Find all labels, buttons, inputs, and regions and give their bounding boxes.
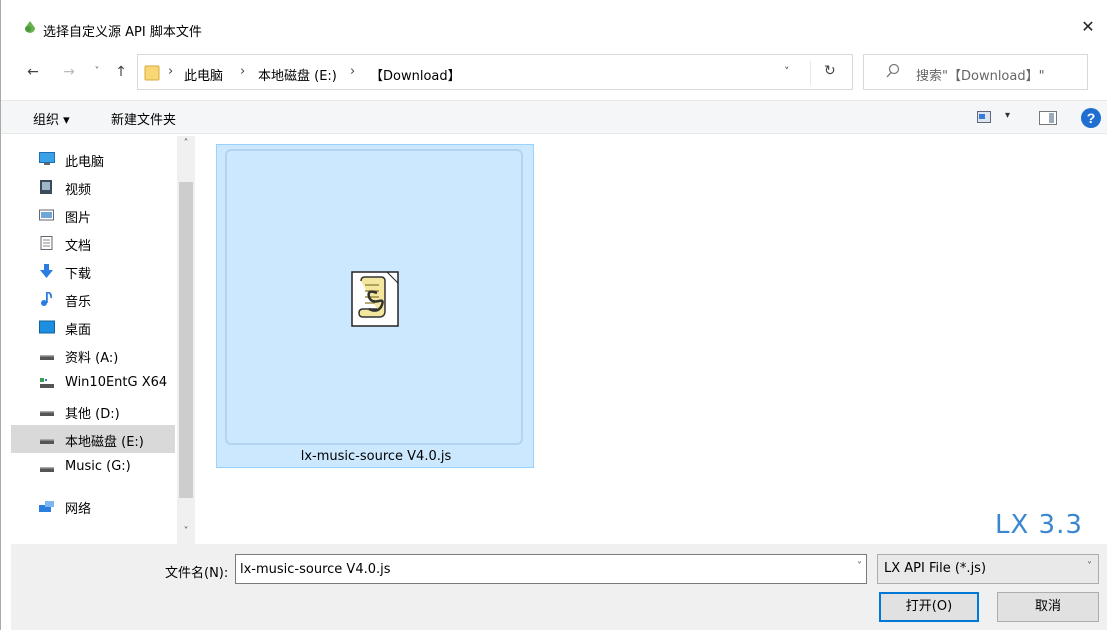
scroll-thumb[interactable] bbox=[179, 182, 193, 498]
up-button[interactable]: ↑ bbox=[111, 62, 131, 82]
app-icon bbox=[25, 21, 35, 33]
view-options-icon[interactable] bbox=[977, 111, 991, 123]
chevron-down-icon: ˅ bbox=[94, 66, 100, 77]
nav-item-label: 其他 (D:) bbox=[65, 407, 120, 422]
nav-item-pictures[interactable]: 图片 bbox=[11, 201, 175, 229]
open-button[interactable]: 打开(O) bbox=[879, 592, 979, 622]
nav-item-label: 文档 bbox=[65, 239, 92, 254]
documents-icon bbox=[40, 236, 53, 250]
nav-item-label: Win10EntG X64 bbox=[65, 375, 168, 390]
address-bar[interactable]: › 此电脑 › 本地磁盘 (E:) › 【Download】 ˅ ↻ bbox=[137, 54, 853, 90]
nav-item-label: 本地磁盘 (E:) bbox=[65, 435, 144, 450]
nav-item-label: 网络 bbox=[65, 502, 92, 517]
network-drive-icon bbox=[40, 378, 54, 388]
nav-item-documents[interactable]: 文档 bbox=[11, 229, 175, 257]
nav-item-video[interactable]: 视频 bbox=[11, 173, 175, 201]
breadcrumb-separator[interactable]: › bbox=[240, 64, 245, 79]
nav-scrollbar[interactable]: ˄ ˅ bbox=[177, 136, 195, 544]
nav-item-label: 视频 bbox=[65, 183, 92, 198]
drive-icon bbox=[40, 467, 54, 472]
chevron-down-icon[interactable]: ˅ bbox=[1087, 561, 1092, 572]
filename-input[interactable] bbox=[240, 559, 830, 579]
filename-label: 文件名(N): bbox=[165, 566, 229, 581]
view-dropdown-icon[interactable]: ▾ bbox=[1005, 110, 1010, 121]
breadcrumb-separator[interactable]: › bbox=[168, 64, 173, 79]
nav-item-label: 此电脑 bbox=[65, 155, 105, 170]
nav-item-drive-g[interactable]: Music (G:) bbox=[11, 453, 175, 481]
close-icon: ✕ bbox=[1081, 16, 1095, 36]
nav-item-label: 图片 bbox=[65, 211, 92, 226]
scroll-up-icon[interactable]: ˄ bbox=[177, 138, 195, 154]
back-button[interactable]: ← bbox=[23, 62, 43, 82]
new-folder-button[interactable]: 新建文件夹 bbox=[111, 109, 176, 128]
address-row: ← → ˅ ↑ › 此电脑 › 本地磁盘 (E:) › 【Download】 ˅… bbox=[1, 52, 1107, 92]
drive-icon bbox=[40, 411, 54, 416]
search-placeholder: 搜索"【Download】" bbox=[916, 69, 1045, 84]
file-open-dialog: 选择自定义源 API 脚本文件 ✕ ← → ˅ ↑ › 此电脑 › 本地磁盘 (… bbox=[0, 0, 1107, 630]
computer-icon bbox=[39, 152, 55, 165]
search-icon bbox=[886, 63, 900, 78]
download-icon bbox=[40, 264, 53, 278]
drive-icon bbox=[40, 439, 54, 444]
dialog-footer: 文件名(N): ˅ LX API File (*.js) ˅ 打开(O) 取消 bbox=[11, 544, 1107, 630]
nav-item-label: 下载 bbox=[65, 267, 92, 282]
nav-item-drive-a[interactable]: 资料 (A:) bbox=[11, 341, 175, 369]
file-item[interactable]: lx-music-source V4.0.js bbox=[216, 144, 534, 468]
nav-item-desktop[interactable]: 桌面 bbox=[11, 313, 175, 341]
nav-item-downloads[interactable]: 下载 bbox=[11, 257, 175, 285]
nav-item-label: 音乐 bbox=[65, 295, 92, 310]
recent-locations-button[interactable]: ˅ bbox=[87, 62, 107, 82]
nav-item-network-drive[interactable]: Win10EntG X64 bbox=[11, 369, 175, 397]
file-name-label: lx-music-source V4.0.js bbox=[300, 449, 452, 464]
help-icon[interactable]: ? bbox=[1081, 108, 1101, 128]
close-button[interactable]: ✕ bbox=[1068, 12, 1107, 40]
music-icon bbox=[41, 292, 53, 306]
nav-item-label: 桌面 bbox=[65, 323, 92, 338]
file-type-value: LX API File (*.js) bbox=[884, 561, 987, 576]
nav-item-label: Music (G:) bbox=[65, 459, 131, 474]
script-file-icon bbox=[351, 271, 399, 327]
network-icon bbox=[39, 501, 54, 512]
video-icon bbox=[40, 180, 52, 194]
pictures-icon bbox=[39, 209, 54, 221]
folder-icon bbox=[144, 65, 160, 81]
back-arrow-icon: ← bbox=[27, 64, 39, 80]
command-toolbar: 组织 ▾ 新建文件夹 ▾ ? bbox=[1, 100, 1107, 134]
refresh-icon[interactable]: ↻ bbox=[824, 63, 836, 79]
version-watermark: LX 3.3 bbox=[995, 510, 1083, 540]
address-divider bbox=[810, 61, 811, 85]
organize-button[interactable]: 组织 ▾ bbox=[33, 109, 70, 128]
preview-pane-icon[interactable] bbox=[1039, 111, 1057, 125]
nav-item-drive-d[interactable]: 其他 (D:) bbox=[11, 397, 175, 425]
scroll-down-icon[interactable]: ˅ bbox=[177, 526, 195, 542]
nav-item-music[interactable]: 音乐 bbox=[11, 285, 175, 313]
forward-button[interactable]: → bbox=[59, 62, 79, 82]
breadcrumb-this-pc[interactable]: 此电脑 bbox=[184, 65, 223, 84]
title-bar: 选择自定义源 API 脚本文件 ✕ bbox=[1, 0, 1107, 40]
breadcrumb-download[interactable]: 【Download】 bbox=[370, 65, 461, 84]
breadcrumb-separator[interactable]: › bbox=[350, 64, 355, 79]
breadcrumb-drive-e[interactable]: 本地磁盘 (E:) bbox=[258, 65, 337, 84]
forward-arrow-icon: → bbox=[63, 64, 75, 80]
nav-item-label: 资料 (A:) bbox=[65, 351, 119, 366]
nav-item-network[interactable]: 网络 bbox=[11, 492, 175, 520]
file-list: lx-music-source V4.0.js bbox=[201, 136, 1107, 544]
filename-dropdown-icon[interactable]: ˅ bbox=[857, 561, 862, 572]
address-dropdown-icon[interactable]: ˅ bbox=[784, 65, 790, 78]
search-input[interactable]: 搜索"【Download】" bbox=[863, 54, 1088, 90]
window-title: 选择自定义源 API 脚本文件 bbox=[43, 25, 202, 40]
navigation-pane: 此电脑 视频 图片 文档 下载 音乐 桌面 资料 (A:) Win10EntG … bbox=[11, 136, 197, 544]
up-arrow-icon: ↑ bbox=[115, 64, 127, 80]
filename-field[interactable]: ˅ bbox=[235, 554, 867, 584]
cancel-button[interactable]: 取消 bbox=[997, 592, 1099, 622]
desktop-icon bbox=[39, 320, 55, 334]
nav-item-drive-e[interactable]: 本地磁盘 (E:) bbox=[11, 425, 175, 453]
file-type-select[interactable]: LX API File (*.js) ˅ bbox=[877, 554, 1099, 584]
nav-item-this-pc[interactable]: 此电脑 bbox=[11, 145, 175, 173]
file-thumbnail bbox=[225, 149, 523, 445]
drive-icon bbox=[40, 355, 54, 360]
